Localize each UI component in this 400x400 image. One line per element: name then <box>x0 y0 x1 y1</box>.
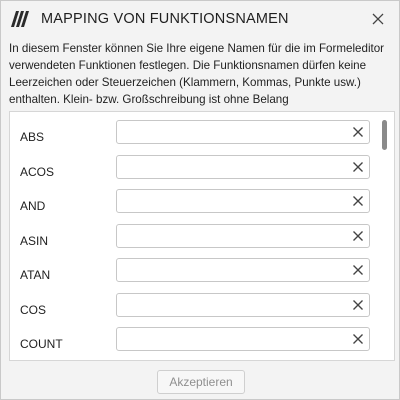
function-alias-field[interactable] <box>116 258 370 282</box>
function-row: AND <box>10 189 380 223</box>
function-name-label: ACOS <box>20 164 55 179</box>
function-alias-input[interactable] <box>123 294 348 315</box>
function-alias-field[interactable] <box>116 120 370 144</box>
clear-icon[interactable] <box>352 299 364 311</box>
dialog-window: MAPPING VON FUNKTIONSNAMEN In diesem Fen… <box>0 0 400 400</box>
clear-icon[interactable] <box>352 126 364 138</box>
function-alias-input[interactable] <box>123 260 348 280</box>
function-name-label: ATAN <box>20 268 51 282</box>
clear-icon[interactable] <box>352 161 364 173</box>
function-alias-field[interactable] <box>116 189 370 213</box>
function-alias-input[interactable] <box>123 156 348 177</box>
dialog-title: MAPPING VON FUNKTIONSNAMEN <box>41 11 289 27</box>
title-bar: MAPPING VON FUNKTIONSNAMEN <box>1 1 399 37</box>
function-alias-field[interactable] <box>116 292 370 317</box>
function-name-label: ASIN <box>20 233 49 248</box>
function-row: ACOS <box>10 154 380 189</box>
function-alias-field[interactable] <box>116 154 370 179</box>
clear-icon[interactable] <box>352 230 364 242</box>
function-name-label: ABS <box>20 130 45 144</box>
function-mapping-list[interactable]: ABS ACOS AND ASIN ATAN COS COUNT <box>9 111 395 361</box>
close-icon <box>372 13 384 25</box>
function-name-label: COUNT <box>20 337 63 351</box>
function-row: COUNT <box>10 327 380 360</box>
function-alias-input[interactable] <box>123 122 348 142</box>
function-row: ATAN <box>10 258 380 292</box>
function-alias-field[interactable] <box>116 327 370 351</box>
clear-icon[interactable] <box>352 333 364 345</box>
clear-icon[interactable] <box>352 195 364 207</box>
function-alias-input[interactable] <box>123 329 348 349</box>
accept-button[interactable]: Akzeptieren <box>157 370 245 394</box>
dialog-footer: Akzeptieren <box>1 361 399 399</box>
function-alias-field[interactable] <box>116 223 370 248</box>
app-logo-icon <box>11 11 29 27</box>
scrollbar-thumb[interactable] <box>382 120 387 150</box>
close-button[interactable] <box>367 8 389 30</box>
function-row: ASIN <box>10 223 380 258</box>
clear-icon[interactable] <box>352 264 364 276</box>
dialog-description: In diesem Fenster können Sie Ihre eigene… <box>9 42 385 106</box>
function-alias-input[interactable] <box>123 191 348 211</box>
function-row: COS <box>10 292 380 327</box>
function-row: ABS <box>10 120 380 154</box>
function-name-label: COS <box>20 302 47 317</box>
function-name-label: AND <box>20 199 46 213</box>
function-alias-input[interactable] <box>123 225 348 246</box>
